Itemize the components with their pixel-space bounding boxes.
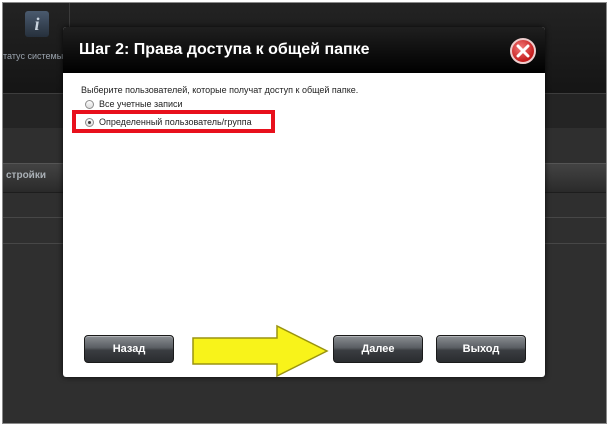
exit-button[interactable]: Выход: [436, 335, 526, 363]
radio-button[interactable]: [85, 99, 94, 109]
info-icon: i: [25, 11, 49, 37]
section-label: стройки: [6, 170, 46, 181]
back-button[interactable]: Назад: [84, 335, 174, 363]
close-button[interactable]: [510, 38, 536, 64]
system-status-label: татус системы: [3, 51, 64, 61]
close-icon: [516, 44, 530, 58]
dialog-header: Шаг 2: Права доступа к общей папке: [63, 27, 545, 73]
radio-all-accounts[interactable]: Все учетные записи: [85, 99, 183, 109]
highlight-annotation: [72, 110, 275, 133]
share-permissions-dialog: Шаг 2: Права доступа к общей папке Выбер…: [63, 27, 545, 377]
arrow-right-icon: [192, 324, 329, 377]
radio-label: Все учетные записи: [99, 99, 183, 109]
instruction-text: Выберите пользователей, которые получат …: [81, 85, 359, 95]
next-button[interactable]: Далее: [333, 335, 423, 363]
dialog-title: Шаг 2: Права доступа к общей папке: [79, 41, 370, 58]
system-status-tile[interactable]: i татус системы: [3, 3, 70, 75]
